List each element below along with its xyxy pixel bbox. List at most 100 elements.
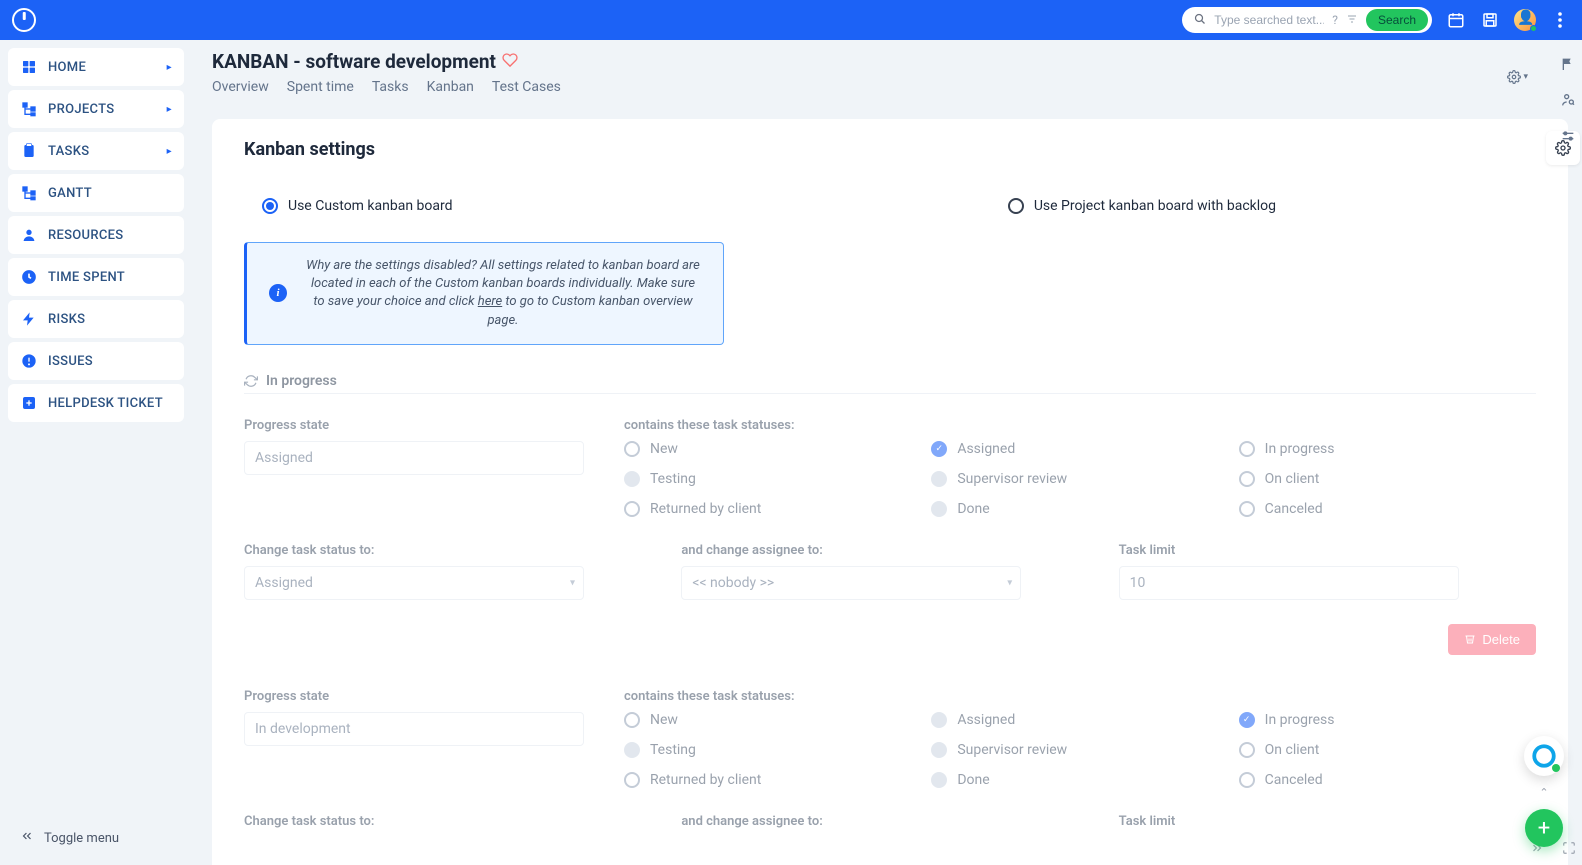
status-option[interactable]: New — [624, 441, 921, 457]
status-circle-icon — [1239, 742, 1255, 758]
favorite-heart-icon[interactable] — [502, 50, 518, 73]
radio-icon — [262, 198, 278, 214]
delete-label: Delete — [1482, 632, 1520, 647]
calendar-icon[interactable] — [1446, 10, 1466, 30]
delete-button[interactable]: Delete — [1448, 624, 1536, 655]
tab-tasks[interactable]: Tasks — [372, 79, 409, 95]
status-circle-icon — [1239, 441, 1255, 457]
chevron-right-icon: ▸ — [167, 146, 172, 157]
sidebar-item-label: RISKS — [48, 312, 85, 327]
sidebar-item-label: RESOURCES — [48, 228, 123, 243]
radio-project-kanban[interactable]: Use Project kanban board with backlog — [1008, 198, 1276, 214]
app-logo[interactable] — [12, 8, 36, 32]
status-option[interactable]: Canceled — [1239, 501, 1536, 517]
fullscreen-icon[interactable] — [1562, 841, 1576, 859]
save-icon[interactable] — [1480, 10, 1500, 30]
page-tabs: Overview Spent time Tasks Kanban Test Cases — [212, 79, 561, 95]
status-option[interactable]: Testing — [624, 471, 921, 487]
status-option[interactable]: New — [624, 712, 921, 728]
flag-icon[interactable] — [1558, 54, 1578, 74]
tab-kanban[interactable]: Kanban — [427, 79, 474, 95]
status-option[interactable]: Assigned — [931, 712, 1228, 728]
chevron-right-icon: ▸ — [167, 62, 172, 73]
sidebar-item-risks[interactable]: RISKS — [8, 300, 184, 338]
status-label: Testing — [650, 471, 696, 487]
status-label: Done — [957, 501, 989, 517]
sidebar-item-tasks[interactable]: TASKS ▸ — [8, 132, 184, 170]
fab-stack: ⌃ + — [1524, 736, 1564, 847]
status-label: In progress — [1265, 441, 1335, 457]
status-option[interactable]: Returned by client — [624, 501, 921, 517]
task-limit-input[interactable]: 10 — [1119, 566, 1459, 600]
chevron-right-icon: ▸ — [167, 104, 172, 115]
status-option[interactable]: Canceled — [1239, 772, 1536, 788]
person-icon — [20, 226, 38, 244]
tab-overview[interactable]: Overview — [212, 79, 269, 95]
sidebar-item-helpdesk-ticket[interactable]: HELPDESK TICKET — [8, 384, 184, 422]
settings-card: Kanban settings Use Custom kanban board … — [212, 119, 1568, 865]
label-change-assignee: and change assignee to: — [681, 543, 1098, 558]
sidebar-item-projects[interactable]: PROJECTS ▸ — [8, 90, 184, 128]
chat-fab[interactable] — [1524, 736, 1564, 776]
change-status-select[interactable]: Assigned — [244, 566, 584, 600]
caret-up-icon[interactable]: ⌃ — [1539, 786, 1548, 799]
status-option[interactable]: ✓In progress — [1239, 712, 1536, 728]
status-option[interactable]: Done — [931, 501, 1228, 517]
status-circle-icon — [624, 501, 640, 517]
progress-state-input[interactable]: Assigned — [244, 441, 584, 475]
sidebar-item-issues[interactable]: ISSUES — [8, 342, 184, 380]
tab-test-cases[interactable]: Test Cases — [492, 79, 561, 95]
status-circle-icon — [1239, 501, 1255, 517]
search-button[interactable]: Search — [1366, 9, 1428, 31]
plus-box-icon — [20, 394, 38, 412]
page-settings-button[interactable]: ▾ — [1507, 70, 1528, 84]
sidebar-item-resources[interactable]: RESOURCES — [8, 216, 184, 254]
status-circle-icon — [1239, 772, 1255, 788]
status-circle-icon — [931, 742, 947, 758]
search-input[interactable] — [1214, 13, 1324, 27]
sidebar-item-time-spent[interactable]: TIME SPENT — [8, 258, 184, 296]
clock-icon — [20, 268, 38, 286]
status-label: On client — [1265, 742, 1320, 758]
label-task-limit: Task limit — [1119, 814, 1536, 829]
status-option[interactable]: Supervisor review — [931, 742, 1228, 758]
toggle-menu-button[interactable]: Toggle menu — [8, 819, 184, 857]
status-option[interactable]: On client — [1239, 742, 1536, 758]
status-option[interactable]: Done — [931, 772, 1228, 788]
radio-custom-kanban[interactable]: Use Custom kanban board — [262, 198, 453, 214]
person-search-icon[interactable] — [1558, 90, 1578, 110]
sidebar-item-label: TIME SPENT — [48, 270, 125, 285]
status-label: Returned by client — [650, 501, 761, 517]
status-option[interactable]: Returned by client — [624, 772, 921, 788]
progress-state-input[interactable]: In development — [244, 712, 584, 746]
status-option[interactable]: On client — [1239, 471, 1536, 487]
change-assignee-select[interactable]: << nobody >> — [681, 566, 1021, 600]
trash-icon — [1464, 633, 1476, 645]
status-circle-icon — [624, 441, 640, 457]
sliders-icon[interactable] — [1558, 126, 1578, 146]
sidebar-item-home[interactable]: HOME ▸ — [8, 48, 184, 86]
status-option[interactable]: ✓Assigned — [931, 441, 1228, 457]
add-fab[interactable]: + — [1525, 809, 1563, 847]
status-label: Done — [957, 772, 989, 788]
status-option[interactable]: In progress — [1239, 441, 1536, 457]
status-option[interactable]: Supervisor review — [931, 471, 1228, 487]
search-help-icon[interactable]: ? — [1332, 13, 1338, 27]
search-icon — [1194, 13, 1206, 28]
status-option[interactable]: Testing — [624, 742, 921, 758]
status-label: Assigned — [957, 441, 1015, 457]
main-content: KANBAN - software development OverviewSp… — [192, 40, 1582, 865]
label-change-assignee: and change assignee to: — [681, 814, 1098, 829]
avatar-wrapper[interactable] — [1514, 9, 1536, 31]
status-circle-icon: ✓ — [1239, 712, 1255, 728]
sidebar-item-gantt[interactable]: GANTT — [8, 174, 184, 212]
tab-spent-time[interactable]: Spent time — [287, 79, 354, 95]
sidebar: HOME ▸ PROJECTS ▸ TASKS ▸ GANTT RESOURCE… — [0, 40, 192, 865]
label-change-status: Change task status to: — [244, 543, 661, 558]
alert-icon — [20, 352, 38, 370]
search-filter-icon[interactable] — [1346, 13, 1358, 28]
info-link[interactable]: here — [478, 294, 502, 309]
label-change-status: Change task status to: — [244, 814, 661, 829]
more-menu-icon[interactable] — [1550, 10, 1570, 30]
tree-icon — [20, 100, 38, 118]
